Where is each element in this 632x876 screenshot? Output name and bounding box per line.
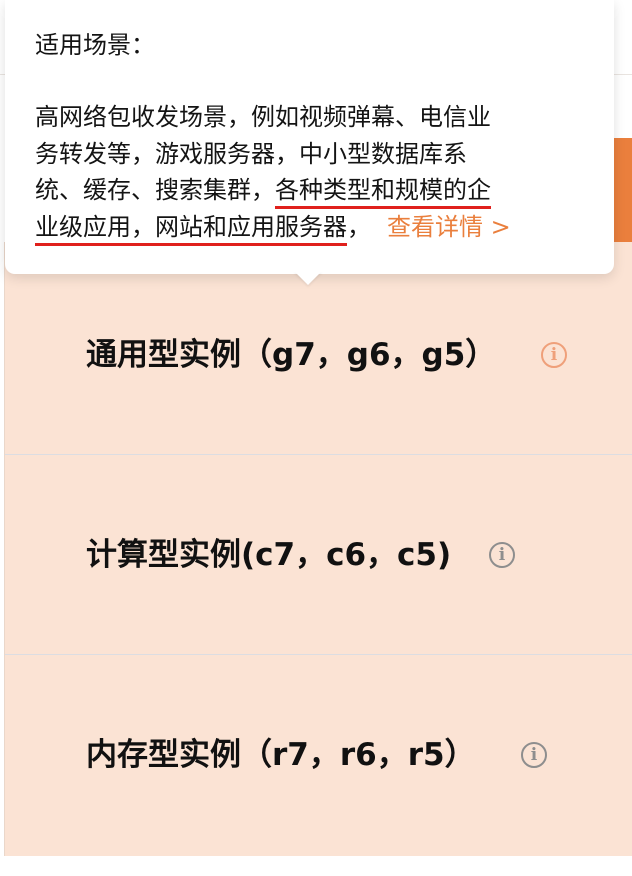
instance-type-list: 通用型实例（g7，g6，g5） i 计算型实例(c7，c6，c5) i 内存型实… xyxy=(4,242,632,856)
highlighted-text: 业级应用，网站和应用服务器 xyxy=(35,212,347,246)
tooltip-line: 务转发等，游戏服务器，中小型数据库系 xyxy=(35,139,467,168)
tooltip-line-text: ， xyxy=(347,212,371,241)
tooltip-arrow xyxy=(294,271,322,285)
instance-option-label: 计算型实例(c7，c6，c5) xyxy=(86,537,452,573)
tooltip-body: 高网络包收发场景，例如视频弹幕、电信业 务转发等，游戏服务器，中小型数据库系 统… xyxy=(35,99,595,246)
info-circle-icon[interactable]: i xyxy=(521,742,547,768)
instance-option-general[interactable]: 通用型实例（g7，g6，g5） i xyxy=(5,255,632,455)
tooltip-line: 统、缓存、搜索集群，各种类型和规模的企 xyxy=(35,172,595,209)
tooltip-line: 高网络包收发场景，例如视频弹幕、电信业 xyxy=(35,103,491,131)
instance-option-label: 内存型实例（r7，r6，r5） xyxy=(86,737,476,773)
instance-option-compute[interactable]: 计算型实例(c7，c6，c5) i xyxy=(5,455,632,655)
info-circle-icon[interactable]: i xyxy=(489,542,515,568)
tooltip-line: 业级应用，网站和应用服务器， 查看详情 > xyxy=(35,209,595,246)
tooltip-heading: 适用场景： xyxy=(35,31,155,59)
info-circle-icon[interactable]: i xyxy=(541,342,567,368)
instance-option-label: 通用型实例（g7，g6，g5） xyxy=(86,337,497,373)
tooltip-line-text: 统、缓存、搜索集群， xyxy=(35,176,275,204)
instance-option-memory[interactable]: 内存型实例（r7，r6，r5） i xyxy=(5,655,632,856)
highlighted-text: 各种类型和规模的企 xyxy=(275,176,491,209)
view-details-link[interactable]: 查看详情 > xyxy=(387,213,511,241)
scenario-tooltip: 适用场景： 高网络包收发场景，例如视频弹幕、电信业 务转发等，游戏服务器，中小型… xyxy=(5,0,614,274)
